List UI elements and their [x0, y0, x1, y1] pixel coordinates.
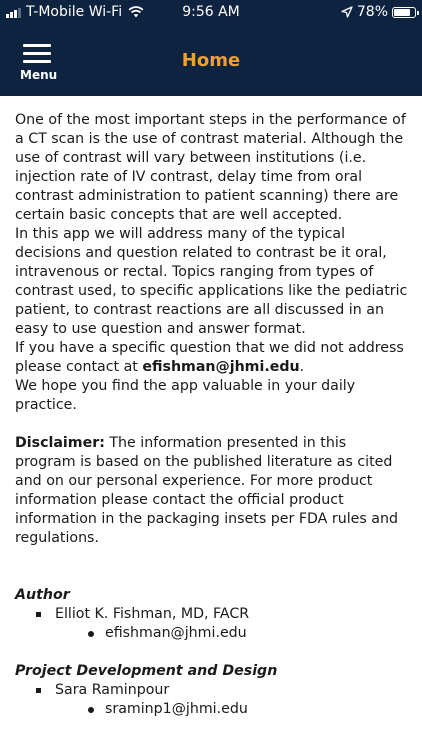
page-title: Home: [181, 50, 241, 71]
status-bar: T-Mobile Wi-Fi 9:56 AM 78%: [0, 0, 422, 24]
disclaimer-label: Disclaimer:: [15, 435, 105, 451]
nav-bar: Menu Home: [0, 24, 422, 96]
battery-icon: [392, 6, 419, 18]
author-email[interactable]: efishman@jhmi.edu: [15, 624, 410, 643]
project-heading: Project Development and Design: [15, 663, 278, 679]
location-arrow-icon: [341, 6, 353, 18]
intro-paragraph-4: We hope you find the app valuable in you…: [15, 378, 356, 413]
project-list: Sara Raminpour: [15, 681, 410, 700]
author-contact-list: efishman@jhmi.edu: [15, 624, 410, 643]
main-content: One of the most important steps in the p…: [15, 111, 410, 719]
intro-paragraph-1: One of the most important steps in the p…: [15, 112, 406, 223]
project-contact-list: sraminp1@jhmi.edu: [15, 700, 410, 719]
author-name: Elliot K. Fishman, MD, FACR: [15, 605, 410, 624]
author-heading: Author: [15, 587, 70, 603]
intro-paragraph-2: In this app we will address many of the …: [15, 226, 408, 337]
battery-percent: 78%: [356, 4, 388, 20]
project-member-email[interactable]: sraminp1@jhmi.edu: [15, 700, 410, 719]
contact-suffix: .: [299, 359, 305, 375]
contact-email-link[interactable]: efishman@jhmi.edu: [142, 359, 299, 375]
status-right: 78%: [341, 4, 419, 20]
disclaimer: Disclaimer: The information presented in…: [15, 434, 410, 548]
project-member-name: Sara Raminpour: [15, 681, 410, 700]
intro-paragraph-3: If you have a specific question that we …: [15, 339, 410, 377]
disclaimer-text: The information presented in this progra…: [15, 435, 398, 546]
author-list: Elliot K. Fishman, MD, FACR: [15, 605, 410, 624]
